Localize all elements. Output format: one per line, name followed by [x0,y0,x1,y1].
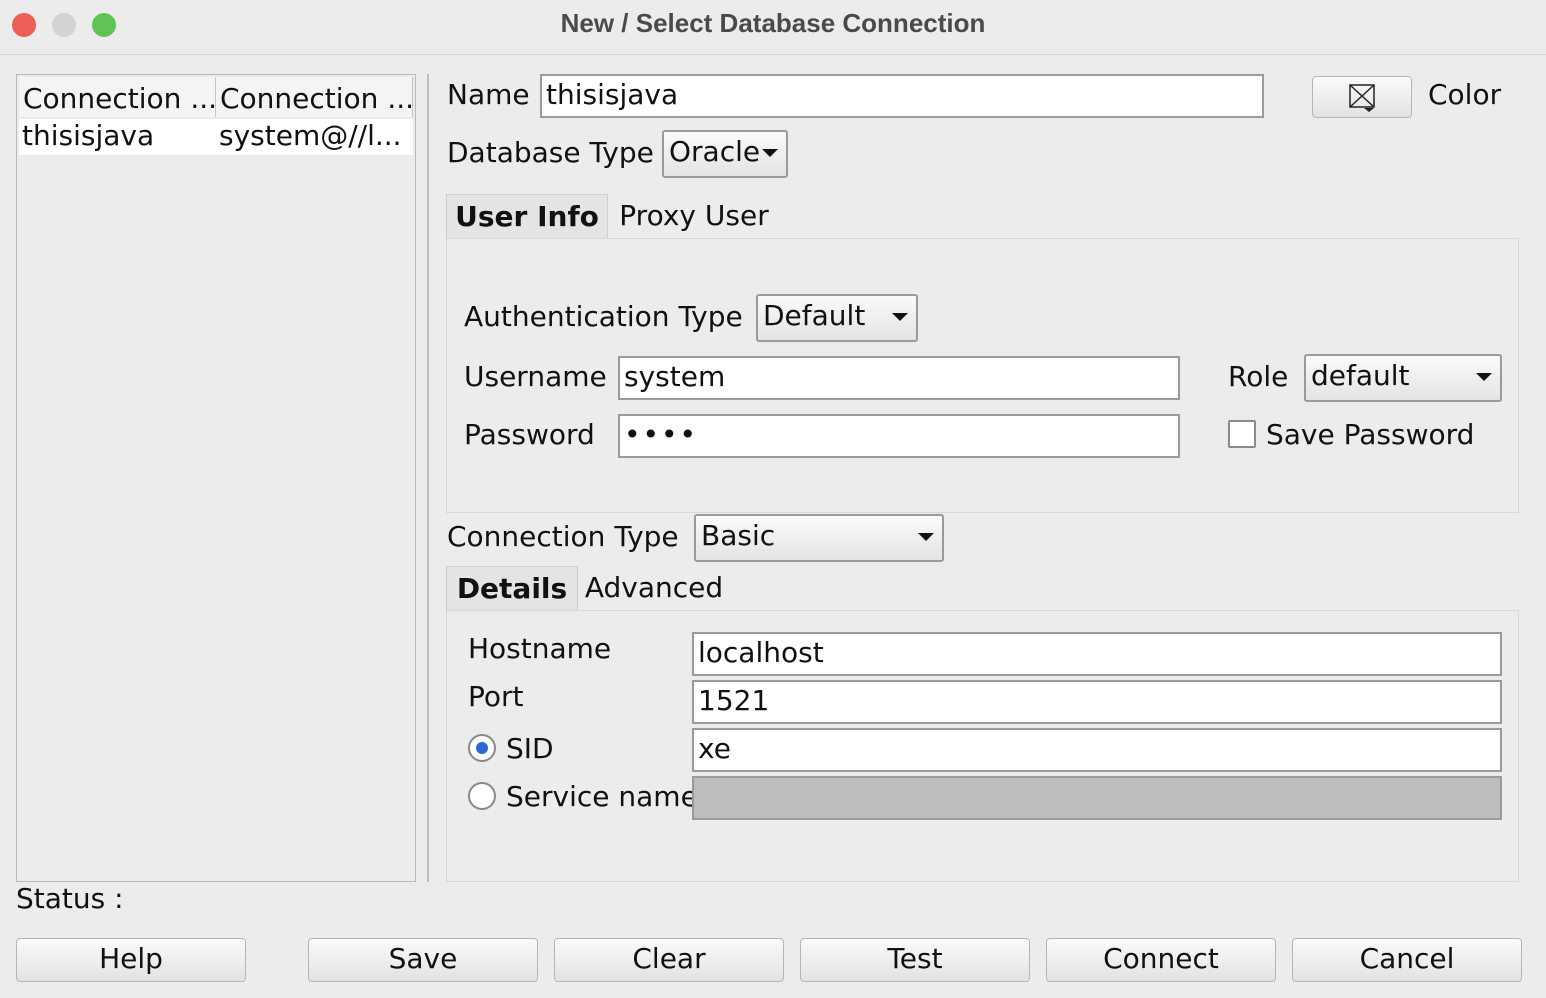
username-input[interactable]: system [618,356,1180,400]
cancel-button[interactable]: Cancel [1292,938,1522,982]
port-label: Port [468,680,524,713]
port-input[interactable]: 1521 [692,680,1502,724]
status-label: Status : [16,882,124,915]
connection-type-label: Connection Type [447,520,679,553]
connections-table-header: Connection ... Connection ... [19,77,413,117]
service-name-label[interactable]: Service name [506,780,698,813]
tab-user-info[interactable]: User Info [446,194,608,240]
save-password-checkbox[interactable] [1228,420,1256,448]
sid-label[interactable]: SID [506,732,554,765]
color-picker-button[interactable] [1312,76,1412,118]
connections-list[interactable]: Connection ... Connection ... thisisjava… [16,74,416,882]
tab-advanced[interactable]: Advanced [582,566,726,612]
service-name-input [692,776,1502,820]
hostname-input[interactable]: localhost [692,632,1502,676]
save-password-label[interactable]: Save Password [1266,418,1474,451]
connection-type-select[interactable]: Basic [694,514,944,562]
help-button[interactable]: Help [16,938,246,982]
sid-input[interactable]: xe [692,728,1502,772]
window-title: New / Select Database Connection [560,8,986,38]
sid-radio[interactable] [468,734,496,762]
color-swatch-icon [1349,84,1375,112]
connection-details-cell: system@//l... [216,119,413,155]
authentication-type-label: Authentication Type [464,300,743,333]
save-button[interactable]: Save [308,938,538,982]
service-name-radio[interactable] [468,782,496,810]
color-label: Color [1428,78,1502,111]
splitter[interactable] [427,74,429,882]
column-header-connection-name[interactable]: Connection ... [19,77,216,117]
radio-selected-dot [476,742,488,754]
connection-name-cell: thisisjava [19,119,216,155]
name-label: Name [447,78,530,111]
test-button[interactable]: Test [800,938,1030,982]
authentication-type-select[interactable]: Default [756,294,918,342]
tab-details[interactable]: Details [446,566,578,612]
title-bar: New / Select Database Connection [0,0,1546,55]
database-type-value: Oracle [669,135,761,168]
role-select[interactable]: default [1304,354,1502,402]
database-type-label: Database Type [447,136,654,169]
column-header-connection-details[interactable]: Connection ... [216,77,413,117]
username-label: Username [464,360,607,393]
role-label: Role [1228,360,1289,393]
connect-button[interactable]: Connect [1046,938,1276,982]
chevron-down-icon [762,149,778,157]
database-type-select[interactable]: Oracle [662,130,788,178]
password-input[interactable]: •••• [618,414,1180,458]
role-value: default [1311,359,1410,392]
authentication-type-value: Default [763,299,866,332]
chevron-down-icon [1476,373,1492,381]
clear-button[interactable]: Clear [554,938,784,982]
tab-proxy-user[interactable]: Proxy User [612,194,776,240]
name-input[interactable]: thisisjava [540,74,1264,118]
table-row[interactable]: thisisjava system@//l... [19,119,413,155]
hostname-label: Hostname [468,632,612,665]
chevron-down-icon [918,533,934,541]
connection-type-value: Basic [701,519,776,552]
password-label: Password [464,418,595,451]
chevron-down-icon [892,313,908,321]
